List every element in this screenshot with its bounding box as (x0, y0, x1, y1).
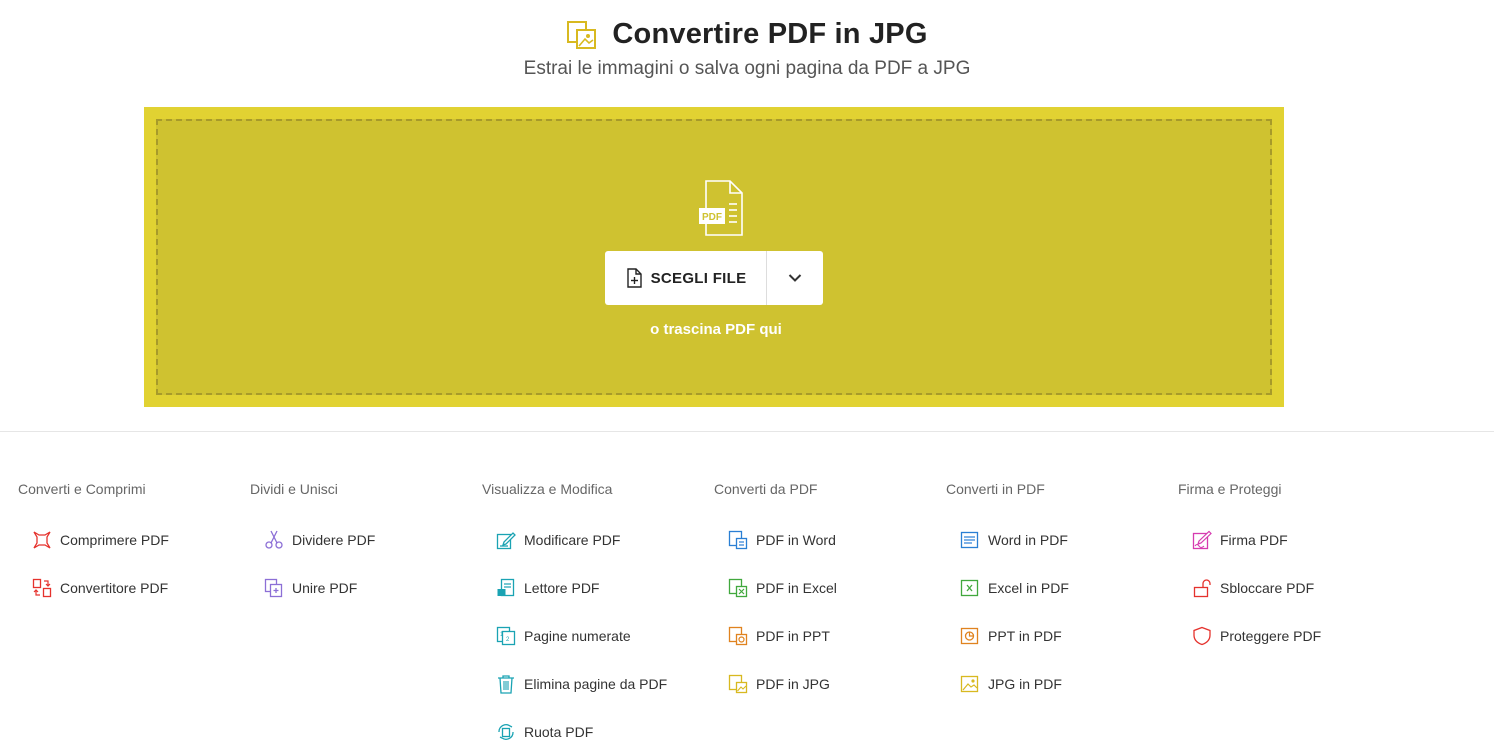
choose-file-label: SCEGLI FILE (650, 269, 747, 287)
category-sign-protect: Firma e Proteggi Firma PDF Sbloccare PDF… (1178, 480, 1410, 646)
tool-delete-pages[interactable]: Elimina pagine da PDF (496, 672, 667, 696)
scissors-icon (265, 530, 283, 549)
chevron-down-icon (788, 274, 802, 282)
tool-label: Comprimere PDF (60, 532, 169, 548)
category-heading: Converti e Comprimi (18, 481, 146, 497)
tool-label: Elimina pagine da PDF (524, 676, 668, 692)
tool-pdf-to-word[interactable]: PDF in Word (728, 528, 836, 552)
pdf-file-icon-text: PDF (702, 212, 722, 223)
trash-icon (498, 675, 514, 694)
section-divider (0, 431, 1494, 432)
tool-label: PDF in Word (756, 532, 836, 548)
page-title: Convertire PDF in JPG (612, 18, 928, 50)
tool-label: Proteggere PDF (1220, 628, 1322, 644)
tool-compress-pdf[interactable]: Comprimere PDF (32, 528, 169, 552)
tool-pdf-to-jpg[interactable]: PDF in JPG (728, 672, 830, 696)
tool-excel-to-pdf[interactable]: Excel in PDF (960, 576, 1069, 600)
pdf-to-excel-icon (728, 578, 748, 598)
shield-icon (1193, 626, 1211, 646)
tool-label: Lettore PDF (524, 580, 600, 596)
category-heading: Converti in PDF (946, 481, 1045, 497)
jpg-to-pdf-icon (960, 675, 979, 693)
pdf-to-jpg-icon (728, 674, 748, 694)
add-file-icon (626, 268, 642, 288)
choose-file-group: SCEGLI FILE (605, 251, 823, 305)
category-heading: Firma e Proteggi (1178, 481, 1282, 497)
tool-sign-pdf[interactable]: Firma PDF (1192, 528, 1288, 552)
convert-icon (32, 578, 52, 598)
tool-pdf-to-ppt[interactable]: PDF in PPT (728, 624, 830, 648)
ppt-to-pdf-icon (960, 627, 979, 645)
tool-pdf-to-excel[interactable]: PDF in Excel (728, 576, 837, 600)
tool-merge-pdf[interactable]: Unire PDF (264, 576, 357, 600)
page-numbers-icon: 1 2 (496, 626, 516, 646)
tool-rotate-pdf[interactable]: Ruota PDF (496, 720, 593, 744)
tool-ppt-to-pdf[interactable]: PPT in PDF (960, 624, 1062, 648)
tool-pdf-converter[interactable]: Convertitore PDF (32, 576, 168, 600)
image-icon (567, 20, 597, 49)
reader-icon (497, 578, 515, 597)
category-convert-to-pdf: Converti in PDF Word in PDF Excel in PDF… (946, 480, 1178, 693)
page-header: Convertire PDF in JPG (0, 18, 1494, 51)
tool-page-numbers[interactable]: 1 2 Pagine numerate (496, 624, 631, 648)
tool-label: Pagine numerate (524, 628, 631, 644)
upload-dropzone[interactable]: PDF SCEGLI FILE o trascina PDF qui (144, 107, 1284, 407)
tool-pdf-reader[interactable]: Lettore PDF (496, 576, 599, 600)
tool-label: Sbloccare PDF (1220, 580, 1315, 596)
tool-label: Unire PDF (292, 580, 358, 596)
tool-label: JPG in PDF (988, 676, 1062, 692)
dropzone-dashed-area[interactable]: PDF SCEGLI FILE o trascina PDF qui (156, 119, 1272, 395)
upload-options-button[interactable] (767, 251, 823, 305)
pdf-to-word-icon (728, 530, 748, 550)
tool-label: Modificare PDF (524, 532, 621, 548)
choose-file-button[interactable]: SCEGLI FILE (605, 251, 767, 305)
unlock-icon (1193, 579, 1211, 598)
tool-word-to-pdf[interactable]: Word in PDF (960, 528, 1068, 552)
tool-edit-pdf[interactable]: Modificare PDF (496, 528, 620, 552)
category-convert-from-pdf: Converti da PDF PDF in Word PDF in Excel… (714, 480, 946, 694)
pdf-to-ppt-icon (728, 626, 748, 646)
compress-icon (33, 531, 51, 549)
tool-jpg-to-pdf[interactable]: JPG in PDF (960, 672, 1062, 696)
drag-hint: o trascina PDF qui (650, 321, 782, 338)
pdf-file-icon: PDF (699, 180, 743, 236)
sign-icon (1192, 530, 1212, 550)
rotate-icon (498, 724, 514, 740)
page-subtitle: Estrai le immagini o salva ogni pagina d… (523, 58, 971, 79)
tool-split-pdf[interactable]: Dividere PDF (264, 528, 375, 552)
tool-label: PPT in PDF (988, 628, 1062, 644)
category-heading: Visualizza e Modifica (482, 481, 613, 497)
tool-label: PDF in JPG (756, 676, 830, 692)
tool-unlock-pdf[interactable]: Sbloccare PDF (1192, 576, 1314, 600)
tool-label: Dividere PDF (292, 532, 376, 548)
category-convert-compress: Converti e Comprimi Comprimere PDF Conve… (18, 480, 250, 598)
category-view-edit: Visualizza e Modifica Modificare PDF Let… (482, 480, 714, 740)
tool-label: Excel in PDF (988, 580, 1069, 596)
tool-protect-pdf[interactable]: Proteggere PDF (1192, 624, 1321, 648)
tool-label: Firma PDF (1220, 532, 1288, 548)
category-heading: Converti da PDF (714, 481, 818, 497)
tool-label: PDF in Excel (756, 580, 837, 596)
edit-icon (496, 532, 516, 550)
merge-icon (264, 578, 283, 598)
word-to-pdf-icon (960, 531, 979, 549)
category-heading: Dividi e Unisci (250, 481, 338, 497)
tool-label: Word in PDF (988, 532, 1068, 548)
tool-label: Convertitore PDF (60, 580, 169, 596)
tool-label: PDF in PPT (756, 628, 830, 644)
category-split-merge: Dividi e Unisci Dividere PDF Unire PDF (250, 480, 482, 598)
excel-to-pdf-icon (960, 579, 979, 597)
tool-label: Ruota PDF (524, 724, 594, 740)
